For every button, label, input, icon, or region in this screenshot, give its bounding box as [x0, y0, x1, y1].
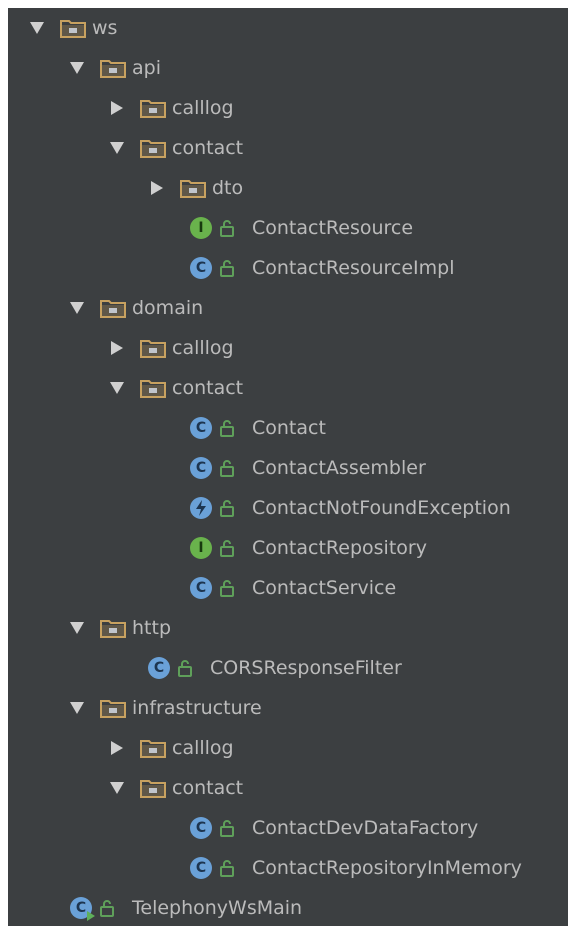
folder-icon [140, 778, 166, 798]
tree-item-label: infrastructure [132, 697, 262, 719]
tree-item-label: ContactRepositoryInMemory [252, 857, 522, 879]
tree-item-label: ContactService [252, 577, 397, 599]
lock-icon [220, 499, 234, 517]
tree-item-label: ContactDevDataFactory [252, 817, 479, 839]
lock-icon [220, 219, 234, 237]
tree-folder-row[interactable]: contact [8, 128, 568, 168]
project-tree-panel: ws api calllog contact dto I ContactResource C C… [8, 8, 568, 926]
tree-folder-row[interactable]: ws [8, 8, 568, 48]
lock-icon [220, 459, 234, 477]
tree-file-row[interactable]: C ContactDevDataFactory [8, 808, 568, 848]
main-class-icon: C [70, 897, 95, 921]
folder-icon [140, 138, 166, 158]
class-c-icon: C [148, 657, 170, 679]
class-c-icon: C [190, 457, 212, 479]
tree-item-label: contact [172, 137, 244, 159]
tree-item-label: Contact [252, 417, 326, 439]
chevron-down-icon[interactable] [68, 59, 86, 77]
folder-icon [180, 178, 206, 198]
tree-item-label: ContactResourceImpl [252, 257, 455, 279]
tree-folder-row[interactable]: http [8, 608, 568, 648]
folder-icon [100, 58, 126, 78]
tree-item-label: ContactAssembler [252, 457, 426, 479]
lock-icon [100, 899, 114, 917]
chevron-right-icon[interactable] [108, 739, 126, 757]
folder-icon [140, 98, 166, 118]
folder-icon [100, 298, 126, 318]
exception-icon [190, 497, 212, 519]
tree-folder-row[interactable]: contact [8, 368, 568, 408]
tree-item-label: calllog [172, 737, 234, 759]
interface-i-icon: I [190, 537, 212, 559]
lock-icon [220, 539, 234, 557]
class-c-icon: C [190, 857, 212, 879]
tree-file-row[interactable]: C ContactResourceImpl [8, 248, 568, 288]
chevron-down-icon[interactable] [68, 699, 86, 717]
lock-icon [220, 579, 234, 597]
chevron-down-icon[interactable] [68, 299, 86, 317]
chevron-down-icon[interactable] [28, 19, 46, 37]
tree-item-label: ContactResource [252, 217, 414, 239]
tree-item-label: dto [212, 177, 244, 199]
tree-file-row[interactable]: C ContactAssembler [8, 448, 568, 488]
chevron-right-icon[interactable] [108, 99, 126, 117]
tree-folder-row[interactable]: domain [8, 288, 568, 328]
tree-file-row[interactable]: I ContactRepository [8, 528, 568, 568]
tree-item-label: contact [172, 777, 244, 799]
tree-item-label: ContactRepository [252, 537, 427, 559]
chevron-right-icon[interactable] [108, 339, 126, 357]
tree-item-label: http [132, 617, 172, 639]
tree-file-row[interactable]: ContactNotFoundException [8, 488, 568, 528]
lock-icon [220, 859, 234, 877]
lock-icon [178, 659, 192, 677]
tree-folder-row[interactable]: calllog [8, 728, 568, 768]
tree-file-row[interactable]: C TelephonyWsMain [8, 888, 568, 926]
class-c-icon: C [190, 417, 212, 439]
chevron-down-icon[interactable] [108, 779, 126, 797]
tree-folder-row[interactable]: api [8, 48, 568, 88]
tree-file-row[interactable]: I ContactResource [8, 208, 568, 248]
tree-item-label: TelephonyWsMain [132, 897, 303, 919]
tree-file-row[interactable]: C Contact [8, 408, 568, 448]
lock-icon [220, 819, 234, 837]
folder-icon [100, 698, 126, 718]
folder-icon [100, 618, 126, 638]
folder-icon [140, 338, 166, 358]
lock-icon [220, 259, 234, 277]
tree-item-label: CORSResponseFilter [210, 657, 402, 679]
chevron-down-icon[interactable] [108, 379, 126, 397]
class-c-icon: C [190, 257, 212, 279]
tree-item-label: contact [172, 377, 244, 399]
tree-item-label: ContactNotFoundException [252, 497, 511, 519]
chevron-down-icon[interactable] [68, 619, 86, 637]
interface-i-icon: I [190, 217, 212, 239]
tree-folder-row[interactable]: calllog [8, 88, 568, 128]
tree-item-label: ws [92, 17, 118, 39]
tree-folder-row[interactable]: contact [8, 768, 568, 808]
tree-file-row[interactable]: C CORSResponseFilter [8, 648, 568, 688]
tree-file-row[interactable]: C ContactService [8, 568, 568, 608]
class-c-icon: C [190, 817, 212, 839]
folder-icon [140, 378, 166, 398]
lock-icon [220, 419, 234, 437]
tree-item-label: calllog [172, 337, 234, 359]
tree-item-label: calllog [172, 97, 234, 119]
tree-folder-row[interactable]: dto [8, 168, 568, 208]
folder-icon [140, 738, 166, 758]
chevron-right-icon[interactable] [148, 179, 166, 197]
chevron-down-icon[interactable] [108, 139, 126, 157]
class-c-icon: C [190, 577, 212, 599]
tree-item-label: domain [132, 297, 204, 319]
folder-icon [60, 18, 86, 38]
tree-item-label: api [132, 57, 161, 79]
tree-file-row[interactable]: C ContactRepositoryInMemory [8, 848, 568, 888]
tree-folder-row[interactable]: infrastructure [8, 688, 568, 728]
tree-folder-row[interactable]: calllog [8, 328, 568, 368]
